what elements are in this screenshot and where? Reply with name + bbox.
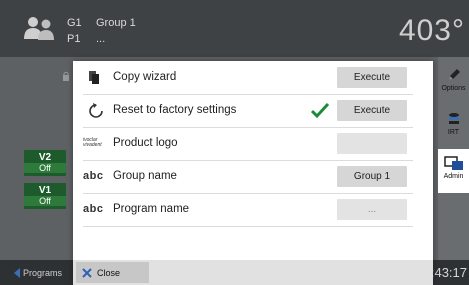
v1-toggle[interactable]: V1 Off — [24, 183, 66, 209]
group-name-label: Group name — [113, 170, 177, 182]
admin-dialog: Copy wizard Execute Reset to factory set… — [73, 61, 433, 285]
row-reset-factory: Reset to factory settings Execute — [83, 95, 413, 128]
row-group-name: abc Group name Group 1 — [83, 161, 413, 194]
program-name-button[interactable]: ... — [337, 199, 407, 220]
checkmark-icon — [311, 102, 329, 119]
status-header: G1 P1 Group 1 ... 403° — [0, 0, 469, 57]
group-id: G1 — [67, 17, 82, 29]
copy-icon — [89, 71, 99, 84]
sidebar-item-admin-label: Admin — [443, 173, 464, 180]
v2-label: V2 — [38, 152, 52, 163]
irt-icon — [448, 113, 459, 124]
sidebar-item-admin[interactable]: Admin — [438, 149, 469, 193]
users-icon — [24, 17, 54, 40]
lock-icon — [63, 71, 69, 81]
program-name-label: Program name — [113, 203, 190, 215]
temperature-readout: 403° — [398, 14, 465, 47]
copy-wizard-label: Copy wizard — [113, 71, 177, 83]
close-button[interactable]: Close — [76, 262, 149, 283]
pencil-icon — [448, 69, 460, 80]
sidebar-item-irt-label: IRT — [447, 129, 460, 136]
back-arrow-icon — [14, 267, 20, 278]
v1-label: V1 — [38, 185, 52, 196]
v2-state: Off — [24, 163, 66, 173]
copy-wizard-execute-button[interactable]: Execute — [337, 67, 407, 88]
programs-button[interactable]: Programs — [10, 265, 66, 280]
sidebar-item-options-label: Options — [441, 85, 466, 92]
reset-icon — [89, 103, 103, 118]
program-name: ... — [96, 33, 106, 45]
program-id: P1 — [67, 33, 81, 45]
group-name-button[interactable]: Group 1 — [337, 166, 407, 187]
product-logo-button[interactable] — [337, 133, 407, 154]
logo-icon: ivoclar vivadent — [83, 137, 102, 148]
product-logo-label: Product logo — [113, 137, 178, 149]
v1-state: Off — [24, 196, 66, 206]
right-sidebar: Options IRT Admin — [438, 57, 469, 260]
sidebar-item-options[interactable]: Options — [438, 61, 469, 105]
reset-execute-button[interactable]: Execute — [337, 100, 407, 121]
row-copy-wizard: Copy wizard Execute — [83, 62, 413, 95]
close-icon — [82, 267, 92, 278]
group-name: Group 1 — [96, 17, 136, 29]
sidebar-item-irt[interactable]: IRT — [438, 105, 469, 149]
reset-factory-label: Reset to factory settings — [113, 104, 237, 116]
programs-label: Programs — [23, 267, 63, 278]
abc-icon: abc — [83, 203, 104, 215]
row-product-logo: ivoclar vivadent Product logo — [83, 128, 413, 161]
row-program-name: abc Program name ... — [83, 194, 413, 227]
dialog-footer: Close — [73, 260, 433, 285]
close-label: Close — [97, 267, 121, 278]
v2-toggle[interactable]: V2 Off — [24, 150, 66, 176]
admin-icon — [443, 156, 463, 170]
abc-icon: abc — [83, 170, 104, 182]
